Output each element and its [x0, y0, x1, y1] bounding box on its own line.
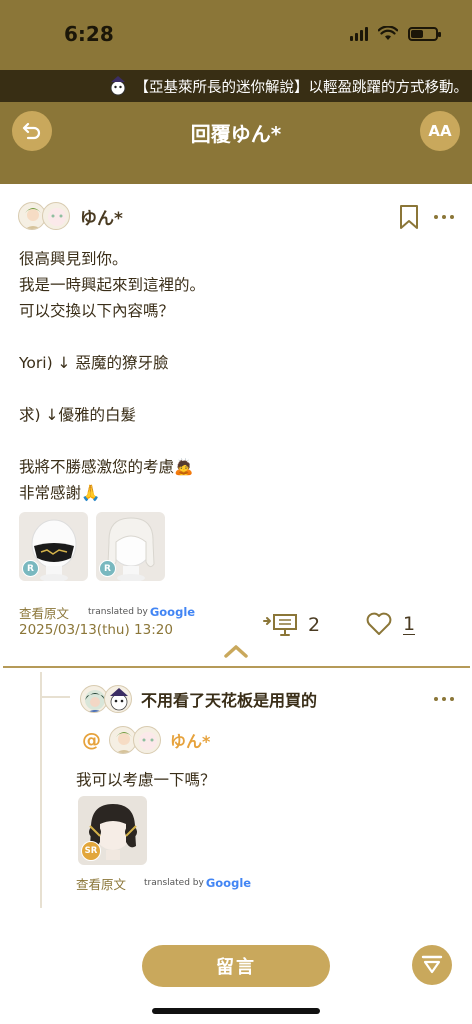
heart-icon: [366, 612, 392, 635]
item-thumbnail-mask[interactable]: R: [19, 512, 88, 581]
comment-button[interactable]: 留言: [142, 945, 330, 987]
post-author[interactable]: ゆん*: [18, 202, 123, 230]
rarity-badge: R: [99, 560, 116, 577]
thread-line: [40, 672, 42, 908]
post-username: ゆん*: [80, 208, 123, 229]
page-title: 回覆ゆん*: [190, 122, 282, 146]
post-body: 很高興見到你。 我是一時興起來到這裡的。 可以交換以下內容嗎？ Yori) ↓ …: [19, 250, 206, 502]
app-header: 6:28 【亞基萊所長的迷你解說】以輕盈跳躍的方式移動。 回覆ゆん* AA: [0, 0, 472, 184]
avatar: [42, 202, 70, 230]
signal-icon: [350, 26, 368, 41]
post-date: 2025/03/13(thu) 13:20: [19, 622, 173, 638]
divider: [3, 666, 470, 668]
status-time: 6:28: [64, 22, 114, 46]
translated-by-label: translated by: [144, 878, 204, 888]
battery-icon: [408, 26, 441, 41]
mascot-icon: [110, 76, 125, 96]
google-logo: Google: [205, 876, 252, 890]
arrow-down-to-line-icon: [421, 955, 443, 974]
tip-ticker: 【亞基萊所長的迷你解說】以輕盈跳躍的方式移動。: [0, 70, 472, 102]
status-icons: [350, 26, 441, 41]
thread-connector: [40, 672, 70, 698]
mention[interactable]: @ ゆん*: [82, 726, 210, 754]
more-options-icon[interactable]: [434, 215, 454, 219]
avatar: [133, 726, 161, 754]
rarity-badge: SR: [81, 841, 101, 861]
avatar: [104, 685, 132, 713]
chevron-up-icon[interactable]: [224, 644, 248, 658]
item-thumbnails: R R: [19, 512, 165, 581]
wifi-icon: [378, 26, 398, 40]
item-thumbnail-hair[interactable]: R: [96, 512, 165, 581]
bottom-fade: [0, 905, 472, 945]
font-size-button[interactable]: AA: [420, 111, 460, 151]
like-button[interactable]: 1: [365, 612, 416, 636]
view-original-link[interactable]: 查看原文: [19, 603, 69, 622]
reply-count: 2: [308, 614, 321, 636]
reply-icon: [263, 614, 297, 636]
mention-at-icon: @: [82, 729, 101, 751]
bookmark-icon[interactable]: [399, 204, 419, 230]
reply-count-button[interactable]: 2: [262, 612, 320, 638]
rarity-badge: R: [22, 560, 39, 577]
home-indicator: [152, 1008, 320, 1014]
view-original-link[interactable]: 查看原文: [76, 874, 126, 893]
google-logo: Google: [149, 605, 196, 619]
translated-by-google: translated by Google: [88, 605, 195, 619]
jump-to-bottom-button[interactable]: [412, 945, 452, 985]
translated-by-label: translated by: [88, 607, 148, 617]
reply-body: 我可以考慮一下嗎？: [76, 771, 216, 789]
mention-username: ゆん*: [170, 732, 211, 751]
comment-label: 留言: [216, 957, 256, 978]
reply-username: 不用看了天花板是用買的: [141, 691, 318, 710]
translated-by-google: translated by Google: [144, 876, 251, 890]
like-count[interactable]: 1: [403, 614, 416, 635]
reply-author[interactable]: 不用看了天花板是用買的: [80, 685, 317, 713]
ticker-text: 【亞基萊所長的迷你解說】以輕盈跳躍的方式移動。: [134, 79, 469, 96]
font-size-label: AA: [428, 122, 452, 140]
item-thumbnail-dark-hair[interactable]: SR: [78, 796, 147, 865]
more-options-icon[interactable]: [434, 697, 454, 701]
